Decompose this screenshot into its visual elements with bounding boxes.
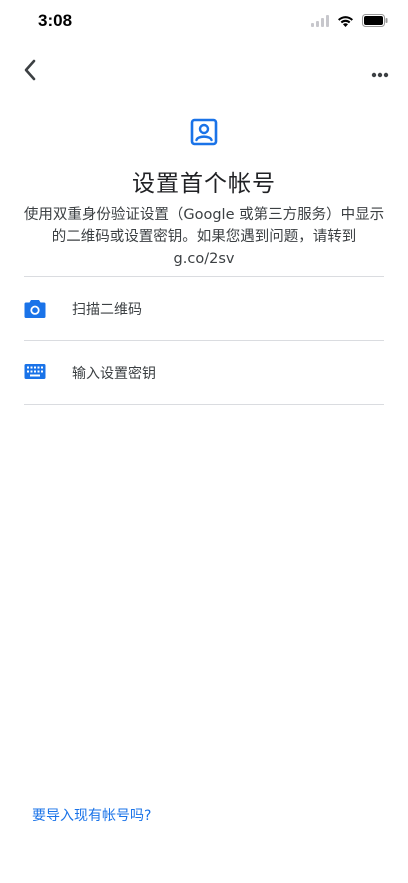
enter-setup-key-option[interactable]: 输入设置密钥 [0, 341, 408, 405]
page-description: 使用双重身份验证设置（Google 或第三方服务）中显示的二维码或设置密钥。如果… [23, 207, 385, 267]
wifi-icon [337, 15, 354, 27]
page-title: 设置首个帐号 [132, 171, 276, 197]
signal-icon [311, 14, 329, 27]
nav-bar [0, 52, 408, 92]
keyboard-icon [24, 363, 46, 383]
divider [24, 404, 384, 405]
status-bar: 3:08 [0, 0, 408, 44]
more-options-button[interactable] [364, 56, 396, 88]
enter-setup-key-label: 输入设置密钥 [72, 366, 156, 382]
camera-icon [24, 299, 46, 319]
status-icons [311, 14, 388, 27]
chevron-left-icon [23, 59, 37, 85]
import-existing-accounts-link[interactable]: 要导入现有帐号吗? [32, 805, 151, 825]
status-time: 3:08 [38, 11, 73, 30]
battery-icon [362, 14, 388, 27]
account-box-icon [190, 118, 218, 146]
scan-qr-code-label: 扫描二维码 [72, 302, 142, 318]
home-indicator [136, 870, 272, 875]
back-button[interactable] [14, 56, 46, 88]
scan-qr-code-option[interactable]: 扫描二维码 [0, 277, 408, 341]
more-horiz-icon [371, 63, 389, 82]
